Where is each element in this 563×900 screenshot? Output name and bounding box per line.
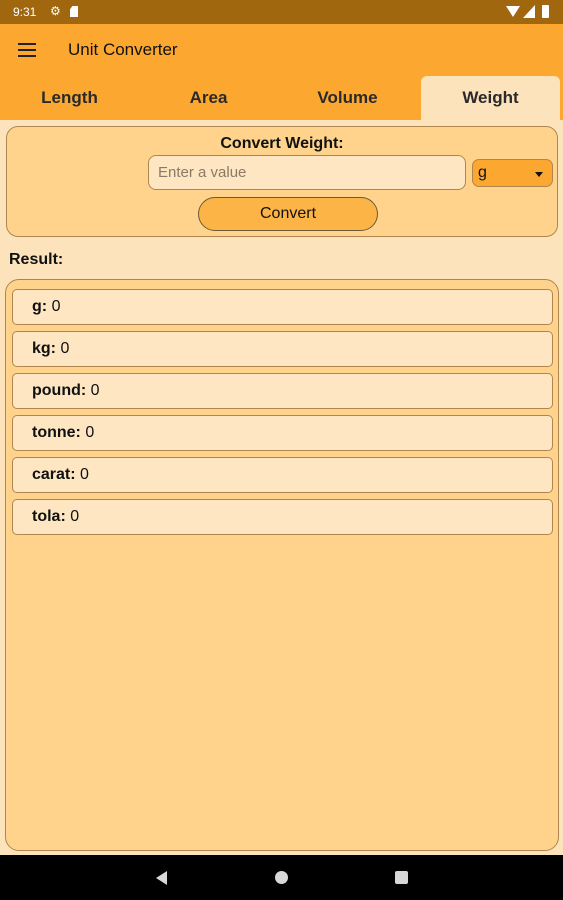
result-unit: tonne: <box>32 424 81 441</box>
recents-icon[interactable] <box>395 871 408 884</box>
unit-select[interactable]: g <box>472 159 553 187</box>
tab-area[interactable]: Area <box>139 76 278 120</box>
result-value: 0 <box>60 340 70 357</box>
home-icon[interactable] <box>275 871 288 884</box>
convert-card: Convert Weight: g Convert <box>6 126 558 237</box>
result-unit: g: <box>32 298 48 315</box>
status-bar: 9:31 ⚙ <box>0 0 563 24</box>
result-value: 0 <box>80 466 89 483</box>
tab-weight[interactable]: Weight <box>421 76 560 120</box>
app-bar: Unit Converter <box>0 24 563 76</box>
result-value: 0 <box>70 508 80 525</box>
app-title: Unit Converter <box>68 40 178 59</box>
wifi-icon <box>506 6 520 17</box>
result-row-pound: pound: 0 <box>12 373 553 409</box>
tab-volume[interactable]: Volume <box>278 76 417 120</box>
status-time: 9:31 <box>13 5 37 19</box>
result-value: 0 <box>85 424 95 441</box>
unit-select-value: g <box>478 164 487 181</box>
cell-signal-icon <box>523 5 535 18</box>
result-unit: kg: <box>32 340 56 357</box>
result-row-kg: kg: 0 <box>12 331 553 367</box>
result-value: 0 <box>90 382 100 399</box>
result-panel: g: 0 kg: 0 pound: 0 tonne: 0 carat: 0 to… <box>5 279 559 851</box>
result-unit: pound: <box>32 382 87 399</box>
back-icon[interactable] <box>156 871 167 885</box>
result-row-tola: tola: 0 <box>12 499 553 535</box>
result-unit: carat: <box>32 466 76 483</box>
convert-button[interactable]: Convert <box>198 197 378 231</box>
tab-bar: Length Area Volume Weight <box>0 76 563 120</box>
result-unit: tola: <box>32 508 66 525</box>
result-row-tonne: tonne: 0 <box>12 415 553 451</box>
value-input[interactable] <box>148 155 466 190</box>
dropdown-arrow-icon <box>535 172 543 177</box>
result-label: Result: <box>9 251 64 268</box>
tab-length[interactable]: Length <box>0 76 139 120</box>
result-row-carat: carat: 0 <box>12 457 553 493</box>
hamburger-menu-icon[interactable] <box>18 43 36 57</box>
result-row-g: g: 0 <box>12 289 553 325</box>
settings-gear-icon: ⚙ <box>50 4 61 18</box>
result-value: 0 <box>51 298 61 315</box>
battery-icon <box>542 5 549 18</box>
convert-heading: Convert Weight: <box>220 135 344 152</box>
system-nav-bar <box>0 855 563 900</box>
sd-card-icon <box>70 6 78 17</box>
